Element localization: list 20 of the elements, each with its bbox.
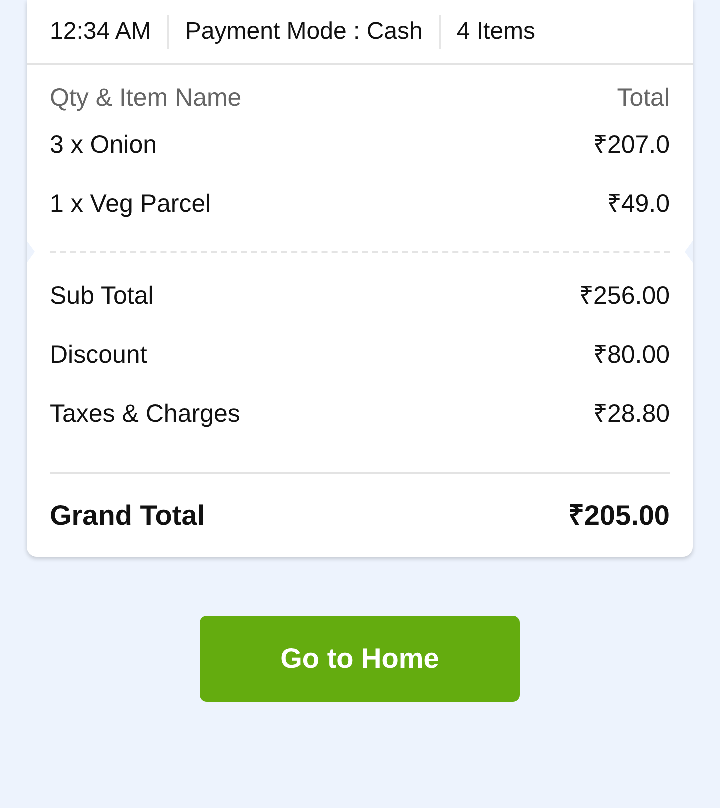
item-count: 4 Items (456, 16, 536, 46)
order-time: 12:34 AM (50, 16, 152, 46)
payment-mode: Payment Mode : Cash (185, 16, 423, 46)
summary-value: ₹256.00 (580, 280, 670, 312)
grand-total-label: Grand Total (50, 498, 206, 532)
summary-label: Discount (50, 340, 148, 370)
card-notch (685, 241, 693, 263)
summary-label: Taxes & Charges (50, 398, 240, 430)
item-name: 3 x Onion (50, 130, 158, 160)
column-header: Qty & Item Name (50, 83, 242, 114)
go-to-home-button[interactable]: Go to Home (200, 616, 520, 702)
card-notch (27, 241, 35, 263)
grand-total-value: ₹205.00 (568, 498, 670, 532)
summary-value: ₹28.80 (593, 398, 670, 430)
item-name: 1 x Veg Parcel (50, 188, 212, 220)
summary-label: Sub Total (50, 280, 154, 312)
column-header: Total (617, 83, 670, 114)
summary-value: ₹80.00 (593, 340, 670, 370)
item-total: ₹207.0 (593, 130, 670, 160)
item-total: ₹49.0 (607, 188, 670, 220)
